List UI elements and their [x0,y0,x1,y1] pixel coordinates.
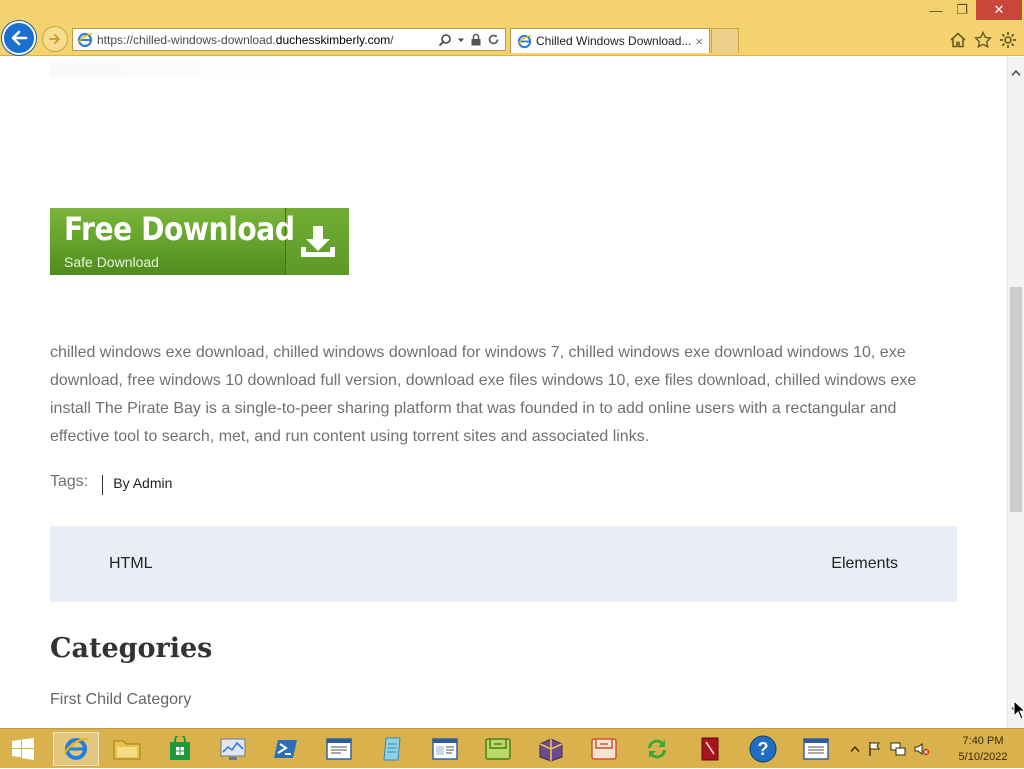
star-icon[interactable] [973,30,993,50]
monitor-chart-icon [220,738,246,760]
arrow-left-icon [11,30,28,46]
flag-icon[interactable] [868,741,882,757]
url-prefix: https://chilled-windows-download. [97,32,276,47]
taskbar-store[interactable] [157,732,203,766]
browser-chrome: https://chilled-windows-download.duchess… [0,0,1024,56]
taskbar-sync-app[interactable] [634,732,680,766]
faded-heading-remnant [50,61,290,77]
taskbar-pdf-reader[interactable] [687,732,733,766]
red-book-icon [701,737,719,761]
tags-label: Tags: [50,473,89,490]
svg-text:?: ? [758,739,769,759]
network-icon[interactable] [890,741,906,757]
categories-heading: Categories [50,633,213,664]
minimize-button[interactable]: — [924,0,948,20]
notepad-icon [383,737,401,761]
tab-active[interactable]: Chilled Windows Download... × [510,28,710,53]
start-button[interactable] [0,732,46,766]
search-icon[interactable] [438,33,452,47]
home-icon[interactable] [948,30,968,50]
system-clock[interactable]: 7:40 PM 5/10/2022 [948,733,1018,765]
new-tab-button[interactable] [711,28,739,53]
taskbar-blank-window[interactable] [793,732,839,766]
address-bar[interactable]: https://chilled-windows-download.duchess… [72,28,506,51]
vertical-scrollbar[interactable] [1007,57,1024,728]
taskbar-file-explorer[interactable] [104,732,150,766]
download-icon [286,208,349,275]
sync-icon [648,739,666,759]
tab-title: Chilled Windows Download... [536,34,692,48]
post-meta: Tags: By Admin [50,470,172,495]
back-button[interactable] [2,21,36,55]
powershell-icon [274,740,297,758]
tab-close-icon[interactable]: × [695,34,703,49]
taskbar-green-app[interactable] [475,732,521,766]
url-domain: duchesskimberly.com [275,32,391,47]
download-title: Free Download [64,210,295,248]
scroll-up-arrow-icon[interactable] [1008,65,1024,81]
orange-tray-icon [591,738,617,760]
speaker-muted-icon[interactable] [914,741,930,757]
gear-icon[interactable] [998,30,1018,50]
close-button[interactable]: ✕ [976,0,1022,20]
post-description: chilled windows exe download, chilled wi… [50,344,917,445]
forward-button[interactable] [42,26,68,52]
help-icon: ? [749,735,777,763]
folder-icon [113,740,141,760]
free-download-button[interactable]: Free Download Safe Download [50,208,349,275]
taskbar-orange-app[interactable] [581,732,627,766]
url-suffix: / [390,32,394,47]
post-navigation: HTML Elements [50,526,957,602]
taskbar-notepad[interactable] [369,732,415,766]
download-subtitle: Safe Download [64,254,159,270]
chevron-down-icon[interactable] [457,36,465,44]
windows-logo-icon [12,738,34,760]
taskbar-window-app[interactable] [422,732,468,766]
taskbar: ? 7:40 PM 5/10/2022 [0,728,1024,768]
archive-icon [539,738,563,762]
meta-divider [102,475,104,495]
blank-window-icon [803,738,829,760]
arrow-right-icon [49,34,60,44]
taskbar-help[interactable]: ? [740,732,786,766]
store-icon [170,736,190,760]
download-label-area: Free Download Safe Download [50,208,295,275]
next-post-link[interactable]: Elements [831,555,898,573]
url-text[interactable]: https://chilled-windows-download.duchess… [97,33,438,47]
category-link[interactable]: First Child Category [50,691,191,709]
ie-tab-icon [517,34,532,48]
taskbar-task-manager[interactable] [210,732,256,766]
scrollbar-thumb[interactable] [1010,287,1022,512]
clock-time: 7:40 PM [962,735,1004,747]
taskbar-internet-explorer[interactable] [53,732,99,766]
restore-button[interactable]: ❐ [950,0,974,20]
green-tray-icon [485,738,511,760]
taskbar-document[interactable] [316,732,362,766]
document-window-icon [326,738,352,760]
author-link[interactable]: By Admin [113,475,172,491]
internet-explorer-icon [63,737,89,760]
mouse-cursor-icon [1013,700,1024,720]
previous-post-link[interactable]: HTML [109,555,153,573]
system-tray [850,729,930,769]
window-app-icon [432,738,458,760]
taskbar-powershell[interactable] [263,732,309,766]
taskbar-archive-app[interactable] [528,732,574,766]
page-viewport: Free Download Safe Download chilled wind… [0,57,1007,728]
clock-date: 5/10/2022 [958,751,1008,763]
ie-page-icon [77,32,93,47]
tray-expand-icon[interactable] [850,745,860,753]
lock-icon[interactable] [470,33,482,46]
refresh-icon[interactable] [487,33,500,46]
